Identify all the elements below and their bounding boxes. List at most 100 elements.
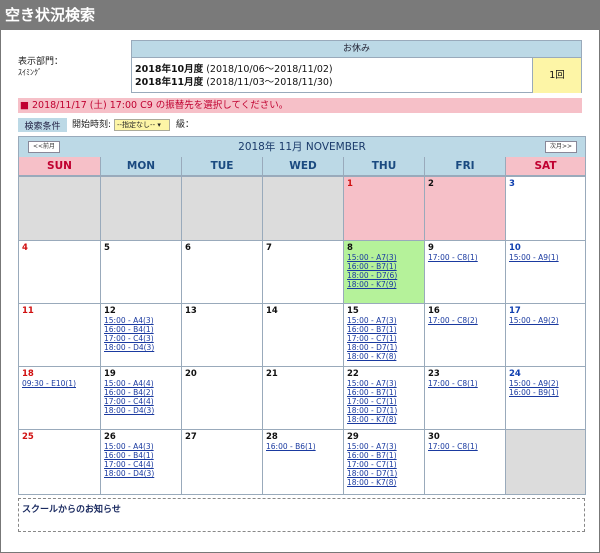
calendar-day-21[interactable]: 21 (262, 366, 343, 429)
calendar-day-13[interactable]: 13 (181, 303, 262, 366)
calendar-day-10[interactable]: 10 15:00 - A9(1) (505, 240, 585, 303)
prev-month-button[interactable]: <<前月 (28, 141, 60, 153)
lesson-slot-link[interactable]: 17:00 - C8(1) (428, 379, 502, 388)
page-title: 空き状況検索 (0, 0, 600, 30)
holiday-range: (2018/11/03～2018/11/30) (206, 77, 333, 88)
calendar-day-26[interactable]: 26 15:00 - A4(3) 16:00 - B4(1) 17:00 - C4(4… (100, 429, 181, 494)
lesson-slot-link[interactable]: 17:00 - C8(2) (428, 316, 502, 325)
lesson-slot-link[interactable]: 18:00 - K7(8) (347, 352, 421, 361)
calendar-day-11[interactable]: 11 (19, 303, 100, 366)
day-number: 6 (185, 243, 191, 253)
lesson-slot-link[interactable]: 18:00 - D7(1) (347, 469, 421, 478)
calendar-day-14[interactable]: 14 (262, 303, 343, 366)
lesson-slot-link[interactable]: 15:00 - A4(3) (104, 442, 178, 451)
calendar-day-9[interactable]: 9 17:00 - C8(1) (424, 240, 505, 303)
day-number: 3 (509, 179, 515, 189)
holiday-range: (2018/10/06～2018/11/02) (206, 64, 333, 75)
calendar-day-6[interactable]: 6 (181, 240, 262, 303)
lesson-slot-link[interactable]: 15:00 - A7(3) (347, 253, 421, 262)
lesson-slot-link[interactable]: 09:30 - E10(1) (22, 379, 97, 388)
lesson-slot-link[interactable]: 16:00 - B7(1) (347, 388, 421, 397)
lesson-slot-link[interactable]: 15:00 - A4(4) (104, 379, 178, 388)
chevron-down-icon: ▾ (157, 121, 161, 129)
day-number: 14 (266, 306, 278, 316)
lesson-slot-link[interactable]: 18:00 - D7(1) (347, 343, 421, 352)
lesson-slot-link[interactable]: 18:00 - D7(1) (347, 406, 421, 415)
day-number: 24 (509, 369, 521, 379)
lesson-slot-link[interactable]: 18:00 - K7(9) (347, 280, 421, 289)
lesson-slot-link[interactable]: 18:00 - D4(3) (104, 343, 178, 352)
calendar-day-15[interactable]: 15 15:00 - A7(3) 16:00 - B7(1) 17:00 - C7(1… (343, 303, 424, 366)
lesson-slot-link[interactable]: 15:00 - A9(1) (509, 253, 582, 262)
lesson-slot-link[interactable]: 16:00 - B7(1) (347, 262, 421, 271)
day-number: 23 (428, 369, 440, 379)
lesson-slot-link[interactable]: 18:00 - D4(3) (104, 406, 178, 415)
calendar-day-20[interactable]: 20 (181, 366, 262, 429)
calendar-empty-cell (505, 429, 585, 494)
lesson-slot-link[interactable]: 16:00 - B9(1) (509, 388, 582, 397)
lesson-slot-link[interactable]: 16:00 - B7(1) (347, 325, 421, 334)
lesson-slot-link[interactable]: 17:00 - C8(1) (428, 253, 502, 262)
calendar-day-29[interactable]: 29 15:00 - A7(3) 16:00 - B7(1) 17:00 - C7(1… (343, 429, 424, 494)
day-number: 25 (22, 432, 34, 442)
day-number: 11 (22, 306, 34, 316)
calendar-day-16[interactable]: 16 17:00 - C8(2) (424, 303, 505, 366)
lesson-slot-link[interactable]: 15:00 - A7(3) (347, 316, 421, 325)
start-time-select[interactable]: --指定なし-- ▾ (114, 119, 170, 131)
calendar-day-12[interactable]: 12 15:00 - A4(3) 16:00 - B4(1) 17:00 - C4(3… (100, 303, 181, 366)
lesson-slot-link[interactable]: 15:00 - A4(3) (104, 316, 178, 325)
lesson-slot-link[interactable]: 17:00 - C4(3) (104, 334, 178, 343)
lesson-slot-link[interactable]: 17:00 - C7(1) (347, 334, 421, 343)
lesson-slot-link[interactable]: 16:00 - B4(1) (104, 325, 178, 334)
day-number: 18 (22, 369, 34, 379)
lesson-slot-link[interactable]: 18:00 - D7(6) (347, 271, 421, 280)
lesson-slot-link[interactable]: 15:00 - A9(2) (509, 316, 582, 325)
day-number: 22 (347, 369, 359, 379)
calendar-day-8[interactable]: 8 15:00 - A7(3) 16:00 - B7(1) 18:00 - D7(6)… (343, 240, 424, 303)
lesson-slot-link[interactable]: 18:00 - K7(8) (347, 478, 421, 487)
lesson-slot-link[interactable]: 17:00 - C8(1) (428, 442, 502, 451)
search-conditions-button[interactable]: 検索条件 (18, 118, 67, 132)
calendar-empty-cell (262, 176, 343, 240)
lesson-slot-link[interactable]: 17:00 - C7(1) (347, 397, 421, 406)
calendar-day-19[interactable]: 19 15:00 - A4(4) 16:00 - B4(2) 17:00 - C4(4… (100, 366, 181, 429)
calendar-title: 2018年 11月 NOVEMBER (238, 141, 366, 153)
lesson-slot-link[interactable]: 16:00 - B7(1) (347, 451, 421, 460)
weekday-sun: SUN (19, 157, 100, 176)
lesson-slot-link[interactable]: 15:00 - A7(3) (347, 442, 421, 451)
lesson-slot-link[interactable]: 18:00 - D4(3) (104, 469, 178, 478)
calendar-empty-cell (19, 176, 100, 240)
calendar-day-28[interactable]: 28 16:00 - B6(1) (262, 429, 343, 494)
lesson-slot-link[interactable]: 15:00 - A9(2) (509, 379, 582, 388)
calendar-day-24[interactable]: 24 15:00 - A9(2) 16:00 - B9(1) (505, 366, 585, 429)
lesson-slot-link[interactable]: 15:00 - A7(3) (347, 379, 421, 388)
calendar-day-18[interactable]: 18 09:30 - E10(1) (19, 366, 100, 429)
weekday-sat: SAT (505, 157, 585, 176)
lesson-slot-link[interactable]: 17:00 - C4(4) (104, 460, 178, 469)
holiday-month: 2018年10月度 (135, 64, 204, 75)
calendar-day-22[interactable]: 22 15:00 - A7(3) 16:00 - B7(1) 17:00 - C7(1… (343, 366, 424, 429)
calendar-day-17[interactable]: 17 15:00 - A9(2) (505, 303, 585, 366)
lesson-slot-link[interactable]: 18:00 - K7(8) (347, 415, 421, 424)
calendar-day-7[interactable]: 7 (262, 240, 343, 303)
lesson-slot-link[interactable]: 16:00 - B4(2) (104, 388, 178, 397)
calendar-day-2[interactable]: 2 (424, 176, 505, 240)
day-number: 8 (347, 243, 353, 253)
calendar-day-30[interactable]: 30 17:00 - C8(1) (424, 429, 505, 494)
department-label: 表示部門： (18, 57, 64, 67)
day-number: 16 (428, 306, 440, 316)
lesson-slot-link[interactable]: 17:00 - C4(4) (104, 397, 178, 406)
calendar-day-3[interactable]: 3 (505, 176, 585, 240)
calendar-day-1[interactable]: 1 (343, 176, 424, 240)
lesson-slot-link[interactable]: 16:00 - B4(1) (104, 451, 178, 460)
calendar-day-5[interactable]: 5 (100, 240, 181, 303)
calendar-header: 2018年 11月 NOVEMBER <<前月 次月>> (19, 137, 585, 157)
day-number: 9 (428, 243, 434, 253)
lesson-slot-link[interactable]: 16:00 - B6(1) (266, 442, 340, 451)
next-month-button[interactable]: 次月>> (545, 141, 577, 153)
calendar-day-25[interactable]: 25 (19, 429, 100, 494)
calendar-day-23[interactable]: 23 17:00 - C8(1) (424, 366, 505, 429)
calendar-day-27[interactable]: 27 (181, 429, 262, 494)
calendar-day-4[interactable]: 4 (19, 240, 100, 303)
lesson-slot-link[interactable]: 17:00 - C7(1) (347, 460, 421, 469)
